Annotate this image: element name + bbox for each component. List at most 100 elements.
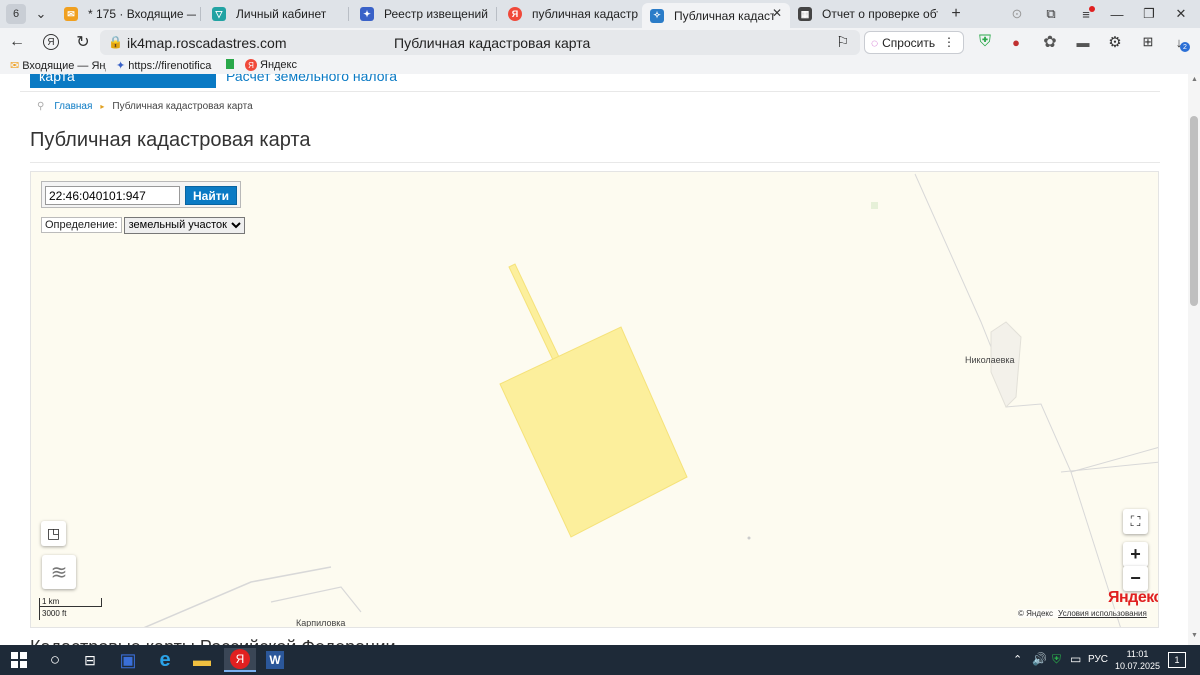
- bookmark-firenotification[interactable]: ✦ https://firenotifica: [116, 59, 212, 73]
- search-icon[interactable]: ○: [42, 648, 68, 672]
- hat-extension-icon[interactable]: ▬: [1073, 32, 1093, 52]
- bookmark-label: https://firenotifica: [128, 59, 212, 72]
- link-icon: ✦: [116, 60, 126, 72]
- internet-explorer-icon[interactable]: e: [152, 648, 178, 672]
- clock-date: 10.07.2025: [1115, 661, 1161, 671]
- definition-row: Определение: земельный участок: [41, 216, 245, 234]
- nav-land-tax[interactable]: Расчет земельного налога: [226, 74, 397, 88]
- breadcrumb: ⚲ Главная ▸ Публичная кадастровая карта: [37, 101, 253, 112]
- page-title-in-bar: Публичная кадастровая карта: [394, 35, 591, 51]
- scrollbar-thumb[interactable]: [1190, 116, 1198, 306]
- cadastral-number-input[interactable]: [45, 186, 180, 205]
- close-icon[interactable]: ✕: [772, 6, 782, 20]
- place-label-nikolaevka: Николаевка: [965, 355, 1015, 365]
- network-icon[interactable]: ▭: [1070, 652, 1081, 666]
- find-button-label: Найти: [193, 188, 229, 203]
- scale-bar: 1 km 3000 ft: [39, 597, 102, 620]
- language-indicator[interactable]: РУС: [1088, 654, 1108, 665]
- minimize-icon[interactable]: —: [1106, 4, 1128, 24]
- menu-icon[interactable]: ≡: [1075, 4, 1097, 24]
- bookmark-yandex[interactable]: Я Яндекс: [245, 59, 305, 71]
- terms-link[interactable]: Условия использования: [1058, 609, 1147, 618]
- place-label-karpilovka: Карпиловка: [296, 618, 346, 628]
- map-canvas[interactable]: [31, 172, 1159, 628]
- file-explorer-icon[interactable]: ▬: [189, 648, 215, 672]
- bookmark-mail[interactable]: ✉ Входящие — Янд: [10, 59, 106, 73]
- more-icon[interactable]: ⋮: [943, 35, 955, 49]
- clock[interactable]: 11:01 10.07.2025: [1115, 648, 1160, 672]
- downloads-icon[interactable]: ⊙: [1006, 4, 1028, 24]
- shield-icon[interactable]: ⛨: [975, 32, 995, 52]
- tab-mail[interactable]: ✉ * 175 · Входящие — Яндекс: [56, 3, 196, 25]
- zoom-in-button[interactable]: +: [1123, 542, 1148, 567]
- url-field[interactable]: 🔒 ik4map.roscadastres.com Публичная када…: [100, 30, 860, 55]
- scroll-up-icon[interactable]: ▲: [1191, 76, 1198, 83]
- yandex-home-icon[interactable]: Я: [40, 32, 62, 52]
- url-text: ik4map.roscadastres.com: [127, 35, 287, 51]
- tab-registry[interactable]: ✦ Реестр извещений: [352, 3, 492, 25]
- bookmark-icon[interactable]: ⚐: [836, 33, 849, 51]
- tray-chevron-icon[interactable]: ⌃: [1013, 653, 1022, 666]
- cadastral-search: Найти: [41, 181, 241, 208]
- download-icon[interactable]: ↓ 2: [1168, 32, 1190, 52]
- extension-icon[interactable]: ●: [1006, 32, 1026, 52]
- yandex-browser-icon[interactable]: Я: [224, 648, 256, 672]
- bookmark-label: Яндекс: [260, 59, 297, 71]
- save-app-icon[interactable]: ▣: [115, 648, 141, 672]
- find-button[interactable]: Найти: [185, 186, 237, 205]
- volume-icon[interactable]: 🔊: [1032, 652, 1047, 666]
- tab-yandex-search[interactable]: Я публичная кадастровая к: [500, 3, 638, 25]
- cadastral-map[interactable]: Николаевка Карпиловка Найти Определение:…: [30, 171, 1159, 628]
- tab-strip: 6 ⌄ ✉ * 175 · Входящие — Яндекс ▽ Личный…: [0, 0, 1200, 28]
- bookmark-label: Входящие — Янд: [22, 59, 106, 72]
- map-feature: [871, 202, 878, 209]
- layers-icon[interactable]: ≋: [42, 555, 76, 589]
- tab-count-button[interactable]: 6: [6, 4, 26, 24]
- tab-label: * 175 · Входящие — Яндекс: [88, 7, 196, 21]
- parcel-main[interactable]: [499, 326, 688, 538]
- scroll-down-icon[interactable]: ▼: [1191, 632, 1198, 639]
- nav-label: Расчет земельного налога: [226, 74, 398, 84]
- word-icon[interactable]: W: [262, 648, 288, 672]
- bookmark-folder[interactable]: [226, 59, 238, 69]
- reload-icon[interactable]: ↻: [72, 32, 94, 52]
- nav-label: Публичная кадастровая карта: [39, 74, 75, 84]
- lock-icon: 🔒: [108, 35, 123, 49]
- new-tab-icon[interactable]: +: [945, 4, 967, 24]
- security-tray-icon[interactable]: ⛨: [1052, 652, 1061, 667]
- puzzle-extension-icon[interactable]: ✿: [1040, 32, 1060, 52]
- registry-icon: ✦: [360, 7, 374, 21]
- tab-count: 6: [12, 8, 20, 20]
- parcel-strip[interactable]: [508, 263, 560, 361]
- clock-time: 11:01: [1126, 649, 1149, 659]
- ask-button[interactable]: ◌ Спросить ⋮: [864, 31, 964, 54]
- tab-cadastral-map-active[interactable]: ✧ Публичная кадастровь ✕: [642, 3, 790, 28]
- notifications-icon[interactable]: 1: [1168, 652, 1186, 668]
- zoom-out-button[interactable]: −: [1123, 566, 1148, 591]
- mail-icon: ✉: [64, 7, 78, 21]
- back-icon[interactable]: ←: [6, 32, 28, 52]
- land-parcel[interactable]: [499, 263, 688, 538]
- collections-icon[interactable]: ⊞: [1138, 32, 1158, 52]
- restore-icon[interactable]: ❐: [1138, 4, 1160, 24]
- location-pin-icon: ⚲: [37, 101, 45, 112]
- ruler-icon[interactable]: ◳: [41, 521, 66, 546]
- bookmarks-bar: ✉ Входящие — Янд ✦ https://firenotifica …: [0, 57, 1200, 74]
- yandex-icon: Я: [245, 59, 257, 71]
- windows-start-icon[interactable]: [6, 648, 32, 672]
- task-view-icon[interactable]: ⊟: [77, 648, 103, 672]
- extensions-icon[interactable]: ⚙: [1105, 32, 1125, 52]
- window-close-icon[interactable]: ✕: [1170, 4, 1192, 24]
- tab-cabinet[interactable]: ▽ Личный кабинет: [204, 3, 344, 25]
- definition-select[interactable]: земельный участок: [123, 216, 245, 234]
- breadcrumb-home[interactable]: Главная: [54, 101, 92, 112]
- page-scrollbar[interactable]: ▲ ▼: [1188, 74, 1200, 645]
- tabs-collection-icon[interactable]: ⧉: [1040, 4, 1062, 24]
- tab-label: Реестр извещений: [384, 7, 488, 21]
- nav-cadastral-map[interactable]: Публичная кадастровая карта: [30, 74, 216, 88]
- tab-report[interactable]: ▦ Отчет о проверке объект: [790, 3, 938, 25]
- chevron-right-icon: ▸: [100, 102, 105, 111]
- chevron-down-icon[interactable]: ⌄: [30, 4, 52, 24]
- scale-ft: 3000 ft: [42, 609, 67, 618]
- fullscreen-icon[interactable]: ⛶: [1123, 509, 1148, 534]
